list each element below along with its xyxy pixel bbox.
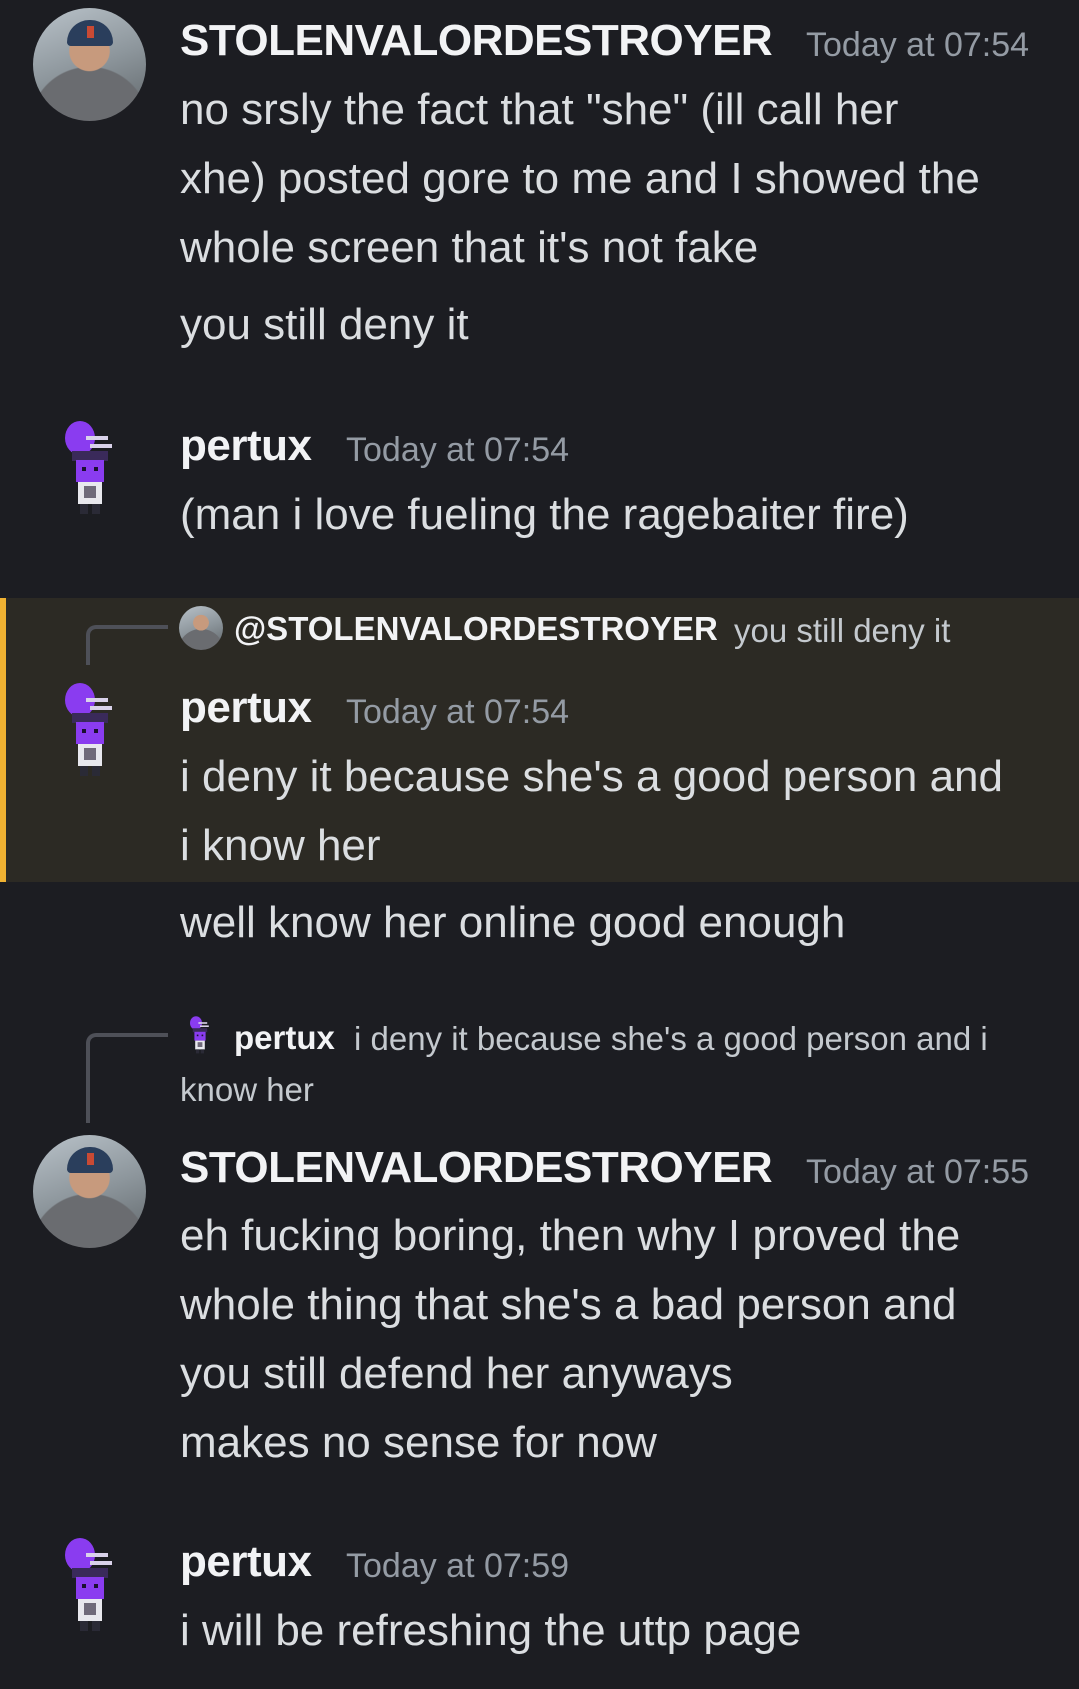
reply-connector bbox=[86, 1033, 168, 1123]
reply-author[interactable]: pertux bbox=[234, 1019, 335, 1057]
reply-avatar[interactable] bbox=[179, 606, 223, 650]
message-text: i know her bbox=[180, 821, 381, 870]
message-text: xhe) posted gore to me and I showed the bbox=[180, 154, 980, 203]
reply-connector bbox=[86, 625, 168, 665]
message-text: eh fucking boring, then why I proved the bbox=[180, 1211, 961, 1260]
message-text: makes no sense for now bbox=[180, 1418, 657, 1467]
message-text: i will be refreshing the uttp page bbox=[180, 1606, 802, 1655]
message-timestamp: Today at 07:59 bbox=[346, 1547, 570, 1585]
message-timestamp: Today at 07:55 bbox=[806, 1153, 1030, 1191]
message-text: (man i love fueling the ragebaiter fire) bbox=[180, 490, 909, 539]
reply-preview-text[interactable]: i deny it because she's a good person an… bbox=[354, 1020, 988, 1058]
message-author[interactable]: pertux bbox=[180, 683, 312, 733]
pertux-avatar[interactable] bbox=[60, 418, 120, 518]
message-text: well know her online good enough bbox=[180, 898, 846, 947]
message-timestamp: Today at 07:54 bbox=[346, 693, 570, 731]
reply-preview-text[interactable]: you still deny it bbox=[734, 612, 950, 650]
message-author[interactable]: STOLENVALORDESTROYER bbox=[180, 1143, 773, 1193]
message-text: whole screen that it's not fake bbox=[180, 223, 759, 272]
reply-mention[interactable]: @STOLENVALORDESTROYER bbox=[234, 610, 718, 648]
user-avatar[interactable] bbox=[33, 1135, 146, 1248]
message-text: whole thing that she's a bad person and bbox=[180, 1280, 957, 1329]
reply-pertux-avatar[interactable] bbox=[188, 1015, 212, 1055]
pertux-avatar[interactable] bbox=[60, 1535, 120, 1635]
pertux-avatar[interactable] bbox=[60, 680, 120, 780]
reply-preview-text[interactable]: know her bbox=[180, 1071, 314, 1109]
message-text: you still defend her anyways bbox=[180, 1349, 733, 1398]
message-timestamp: Today at 07:54 bbox=[346, 431, 570, 469]
user-avatar[interactable] bbox=[33, 8, 146, 121]
message-timestamp: Today at 07:54 bbox=[806, 26, 1030, 64]
message-author[interactable]: pertux bbox=[180, 421, 312, 471]
message-author[interactable]: pertux bbox=[180, 1537, 312, 1587]
message-text: no srsly the fact that "she" (ill call h… bbox=[180, 85, 899, 134]
message-text: i deny it because she's a good person an… bbox=[180, 752, 1003, 801]
message-author[interactable]: STOLENVALORDESTROYER bbox=[180, 16, 773, 66]
message-text: you still deny it bbox=[180, 300, 469, 349]
